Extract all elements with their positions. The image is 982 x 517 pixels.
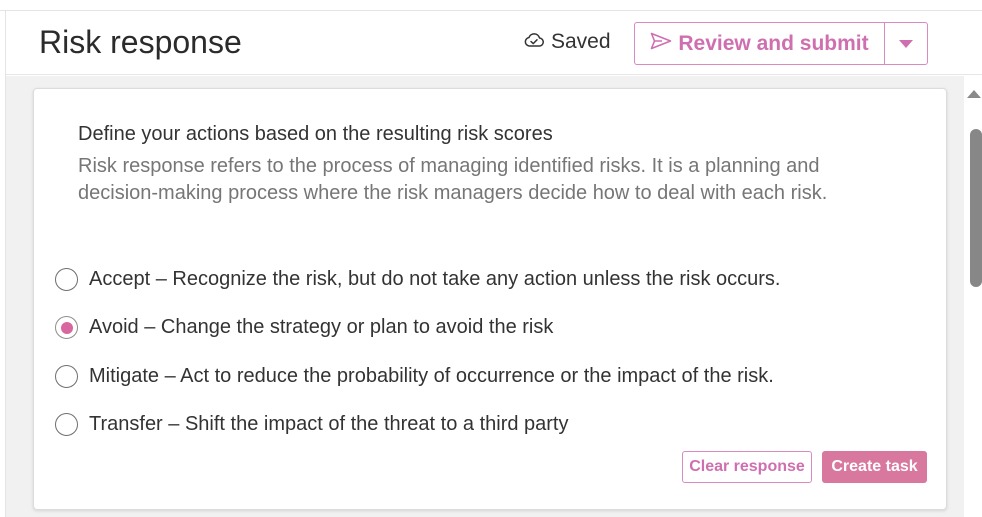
caret-down-icon <box>899 39 913 48</box>
risk-response-card: Define your actions based on the resulti… <box>33 88 947 510</box>
option-mitigate[interactable]: Mitigate – Act to reduce the probability… <box>55 360 780 392</box>
header-bar: Risk response Saved Review and submit <box>6 11 982 75</box>
send-icon <box>650 32 672 56</box>
radio-transfer[interactable] <box>55 413 78 436</box>
cloud-check-icon <box>524 32 544 53</box>
option-avoid-label: Avoid – Change the strategy or plan to a… <box>89 316 554 338</box>
review-and-submit-label: Review and submit <box>678 31 869 55</box>
radio-accept[interactable] <box>55 267 78 291</box>
option-transfer-label: Transfer – Shift the impact of the threa… <box>89 413 569 435</box>
radio-avoid[interactable] <box>55 316 78 339</box>
scroll-up-arrow-icon[interactable] <box>967 90 981 98</box>
saved-label: Saved <box>551 30 611 53</box>
section-heading: Define your actions based on the resulti… <box>78 123 553 145</box>
option-transfer[interactable]: Transfer – Shift the impact of the threa… <box>55 409 780 441</box>
create-task-button[interactable]: Create task <box>822 451 927 483</box>
review-submit-group: Review and submit <box>634 22 928 65</box>
page-title: Risk response <box>39 24 242 60</box>
review-options-dropdown[interactable] <box>885 23 927 64</box>
clear-response-button[interactable]: Clear response <box>682 451 812 483</box>
option-mitigate-label: Mitigate – Act to reduce the probability… <box>89 364 774 387</box>
page: Risk response Saved Review and submit De… <box>0 0 982 517</box>
option-accept[interactable]: Accept – Recognize the risk, but do not … <box>55 263 780 295</box>
save-status: Saved <box>524 29 611 55</box>
radio-selected-dot <box>60 321 73 334</box>
review-and-submit-button[interactable]: Review and submit <box>635 23 885 64</box>
radio-mitigate[interactable] <box>55 364 78 388</box>
response-options: Accept – Recognize the risk, but do not … <box>55 263 780 457</box>
option-avoid[interactable]: Avoid – Change the strategy or plan to a… <box>55 312 780 344</box>
option-accept-label: Accept – Recognize the risk, but do not … <box>89 267 781 290</box>
section-description: Risk response refers to the process of m… <box>78 155 828 204</box>
scrollbar-thumb[interactable] <box>970 129 982 287</box>
